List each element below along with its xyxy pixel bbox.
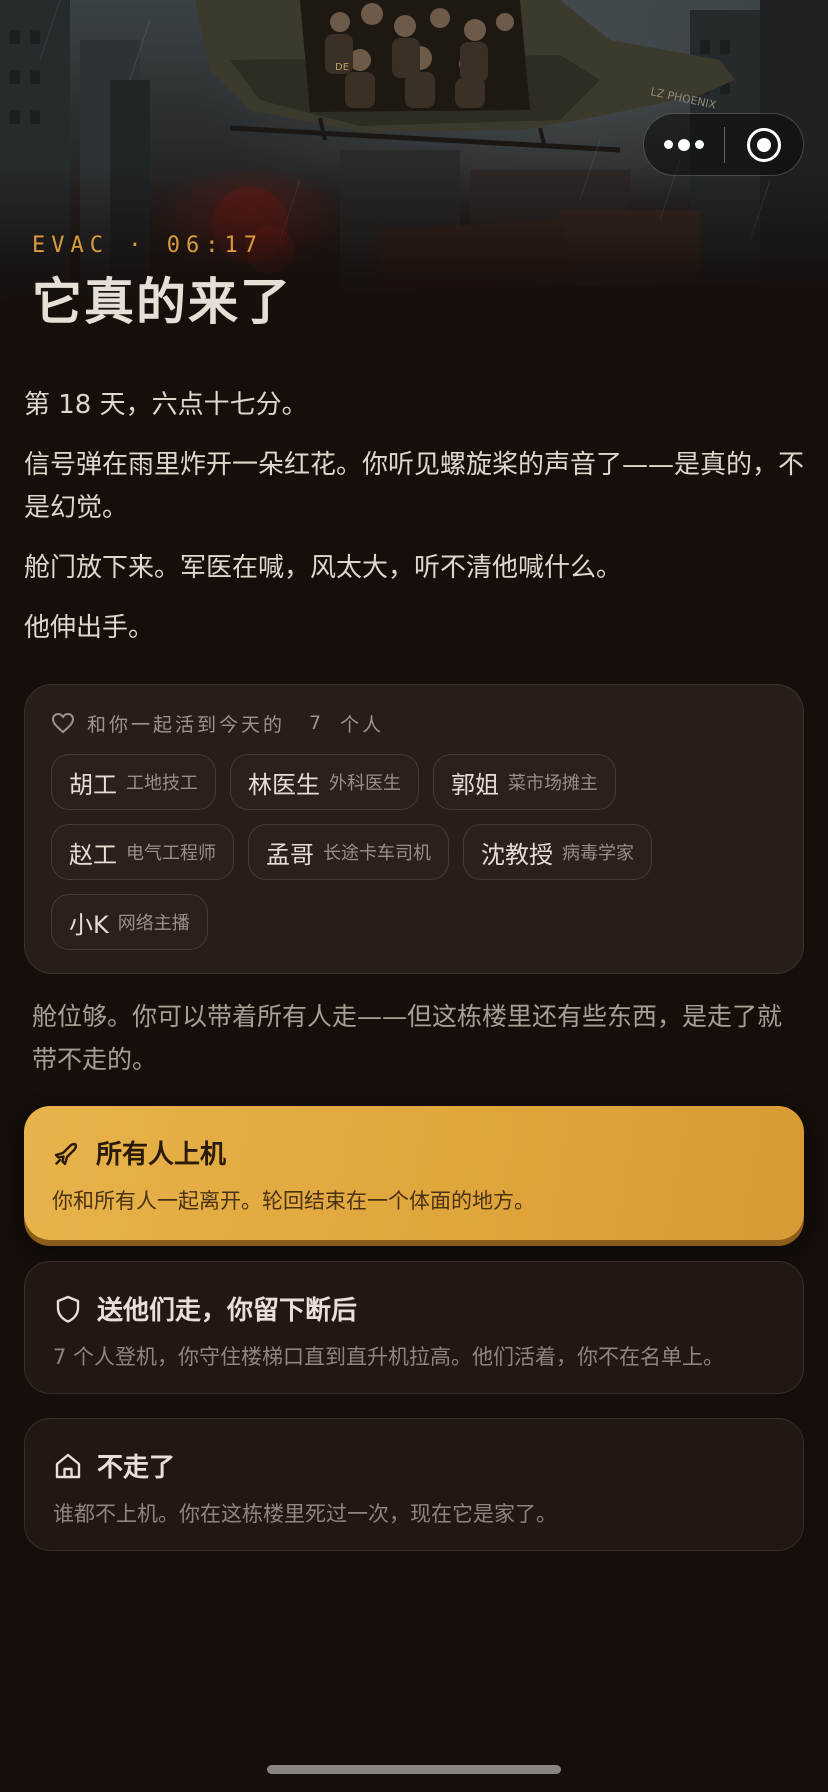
survivor-chip: 小K 网络主播 <box>51 894 208 950</box>
survivor-role: 网络主播 <box>117 913 190 934</box>
evac-timestamp: EVAC · 06:17 <box>32 233 263 258</box>
shield-icon <box>56 1295 80 1323</box>
survivors-card: 和你一起活到今天的 7 个人 胡工 工地技工 林医生 外科医生 郭姐 菜市场摊主… <box>24 684 804 974</box>
home-indicator[interactable] <box>267 1765 561 1774</box>
survivor-name: 郭姐 <box>451 770 499 799</box>
story-paragraph: 舱门放下来。军医在喊，风太大，听不清他喊什么。 <box>24 553 623 583</box>
survivor-name: 林医生 <box>248 770 320 799</box>
story-paragraph: 第 18 天，六点十七分。 <box>24 390 308 420</box>
choice-description: 你和所有人一起离开。轮回结束在一个体面的地方。 <box>52 1189 535 1213</box>
survivor-name: 孟哥 <box>266 840 314 869</box>
survivor-name: 小K <box>69 910 109 939</box>
survivors-list: 胡工 工地技工 林医生 外科医生 郭姐 菜市场摊主 赵工 电气工程师 孟哥 长途… <box>51 754 777 950</box>
choice-everyone-board-button[interactable]: 所有人上机 你和所有人一起离开。轮回结束在一个体面的地方。 <box>24 1106 804 1240</box>
survivor-chip: 郭姐 菜市场摊主 <box>433 754 616 810</box>
page: DE LZ PHOENIX EVAC · 06:17 它真的来了 第 18 天，… <box>0 0 828 1792</box>
survivors-count: 7 <box>309 712 325 734</box>
survivor-chip: 赵工 电气工程师 <box>51 824 234 880</box>
story-paragraph: 他伸出手。 <box>24 613 155 643</box>
heart-icon <box>51 712 75 734</box>
survivors-suffix: 个人 <box>340 713 385 736</box>
survivor-chip: 孟哥 长途卡车司机 <box>248 824 449 880</box>
survivor-name: 沈教授 <box>481 840 553 869</box>
hero-banner: DE LZ PHOENIX EVAC · 06:17 它真的来了 <box>0 0 828 335</box>
survivor-chip: 胡工 工地技工 <box>51 754 216 810</box>
choice-label: 送他们走，你留下断后 <box>97 1296 358 1326</box>
target-close-icon[interactable] <box>725 114 803 175</box>
more-dots-icon[interactable] <box>644 114 724 175</box>
survivor-name: 赵工 <box>69 840 117 869</box>
survivor-role: 外科医生 <box>329 773 401 794</box>
choice-label: 所有人上机 <box>96 1140 227 1170</box>
choice-description: 谁都不上机。你在这栋楼里死过一次，现在它是家了。 <box>53 1502 557 1526</box>
survivor-role: 电气工程师 <box>126 843 216 864</box>
survivor-role: 工地技工 <box>126 773 198 794</box>
survivor-chip: 沈教授 病毒学家 <box>463 824 652 880</box>
choice-not-leaving-button[interactable]: 不走了 谁都不上机。你在这栋楼里死过一次，现在它是家了。 <box>24 1418 804 1551</box>
survivors-header: 和你一起活到今天的 7 个人 <box>51 711 777 736</box>
survivors-prefix: 和你一起活到今天的 <box>87 713 286 736</box>
home-icon <box>55 1453 81 1478</box>
choice-description: 7 个人登机，你守住楼梯口直到直升机拉高。他们活着，你不在名单上。 <box>53 1345 725 1369</box>
survivor-role: 病毒学家 <box>562 843 634 864</box>
plane-icon <box>54 1142 78 1165</box>
choice-prompt: 舱位够。你可以带着所有人走——但这栋楼里还有些东西，是走了就带不走的。 <box>32 1002 783 1074</box>
page-title: 它真的来了 <box>32 273 292 331</box>
choice-label: 不走了 <box>97 1453 176 1483</box>
choice-stay-behind-button[interactable]: 送他们走，你留下断后 7 个人登机，你守住楼梯口直到直升机拉高。他们活着，你不在… <box>24 1261 804 1394</box>
mini-program-capsule <box>643 113 804 176</box>
survivor-role: 长途卡车司机 <box>323 843 431 864</box>
heli-door-marking: DE <box>335 62 349 73</box>
story-paragraph: 信号弹在雨里炸开一朵红花。你听见螺旋桨的声音了——是真的，不是幻觉。 <box>24 450 805 523</box>
survivor-chip: 林医生 外科医生 <box>230 754 419 810</box>
survivor-role: 菜市场摊主 <box>508 773 598 794</box>
survivor-name: 胡工 <box>69 770 117 799</box>
story-text: 第 18 天，六点十七分。 信号弹在雨里炸开一朵红花。你听见螺旋桨的声音了——是… <box>24 384 804 667</box>
